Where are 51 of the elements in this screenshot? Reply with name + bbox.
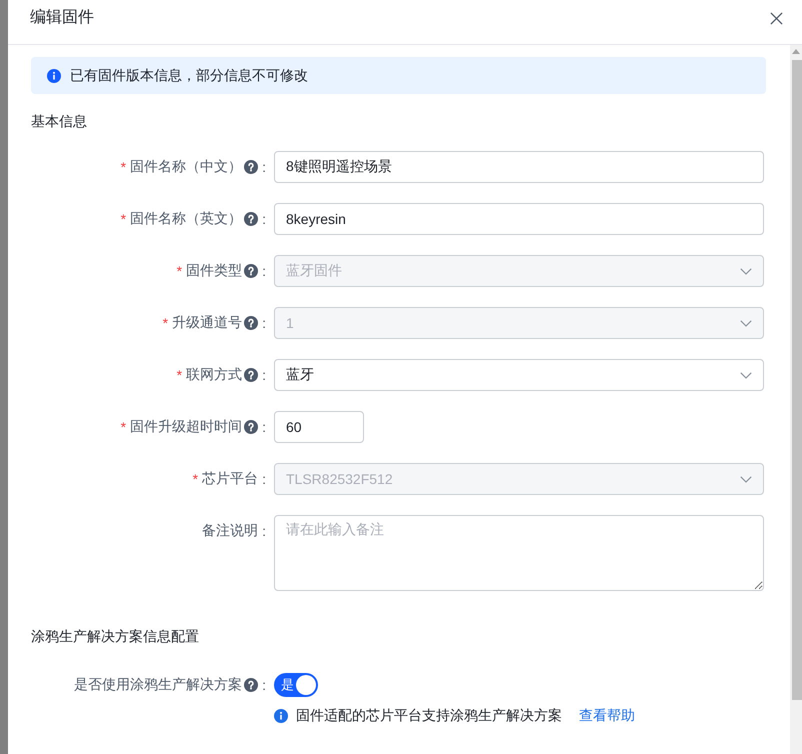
label-colon: : <box>262 315 266 331</box>
field-label: 联网方式 <box>186 366 242 384</box>
switch-knob-icon <box>296 675 316 695</box>
help-link[interactable]: 查看帮助 <box>579 707 635 725</box>
required-mark: * <box>192 471 198 487</box>
field-label: 固件名称（英文） <box>130 210 242 228</box>
chevron-down-icon <box>740 476 752 482</box>
required-mark: * <box>120 211 126 227</box>
label-colon: : <box>262 367 266 383</box>
help-icon[interactable] <box>244 368 258 382</box>
help-icon[interactable] <box>244 160 258 174</box>
remark-textarea[interactable]: 请在此输入备注 <box>274 515 764 591</box>
alert-text: 已有固件版本信息，部分信息不可修改 <box>70 66 308 84</box>
section-title: 涂鸦生产解决方案信息配置 <box>31 627 199 646</box>
field-label: 升级通道号 <box>172 314 242 332</box>
chevron-down-icon <box>740 320 752 326</box>
help-icon[interactable] <box>244 420 258 434</box>
field-label: 固件升级超时时间 <box>130 418 242 436</box>
required-mark: * <box>176 367 182 383</box>
help-icon[interactable] <box>244 678 258 692</box>
chevron-down-icon <box>740 268 752 274</box>
label-colon: : <box>262 263 266 279</box>
toggle-switch[interactable]: 是 <box>274 673 318 697</box>
label-colon: : <box>262 419 266 435</box>
text-input[interactable]: 8键照明遥控场景 <box>274 151 764 183</box>
text-input[interactable]: 8keyresin <box>274 203 764 235</box>
required-mark: * <box>176 263 182 279</box>
required-mark: * <box>162 315 168 331</box>
label-colon: : <box>262 159 266 175</box>
required-mark: * <box>120 159 126 175</box>
chevron-down-icon <box>740 372 752 378</box>
hint-text: 固件适配的芯片平台支持涂鸦生产解决方案 <box>296 707 562 725</box>
section-title: 基本信息 <box>31 112 87 131</box>
label-colon: : <box>262 211 266 227</box>
dialog-title: 编辑固件 <box>30 8 94 28</box>
scrollbar[interactable] <box>790 45 802 754</box>
field-label: 是否使用涂鸦生产解决方案 <box>74 676 242 694</box>
label-colon: : <box>262 677 266 693</box>
field-label: 备注说明 <box>202 522 258 540</box>
field-label: 固件类型 <box>186 262 242 280</box>
label-colon: : <box>262 471 266 487</box>
field-label: 固件名称（中文） <box>130 158 242 176</box>
label-colon: : <box>262 523 266 539</box>
info-icon <box>47 68 61 82</box>
help-icon[interactable] <box>244 212 258 226</box>
scrollbar-thumb[interactable] <box>792 60 802 700</box>
field-label: 芯片平台 <box>202 470 258 488</box>
required-mark: * <box>120 419 126 435</box>
info-icon <box>274 709 288 723</box>
select-field[interactable]: 蓝牙 <box>274 359 764 391</box>
number-input[interactable]: 60 <box>274 411 364 443</box>
